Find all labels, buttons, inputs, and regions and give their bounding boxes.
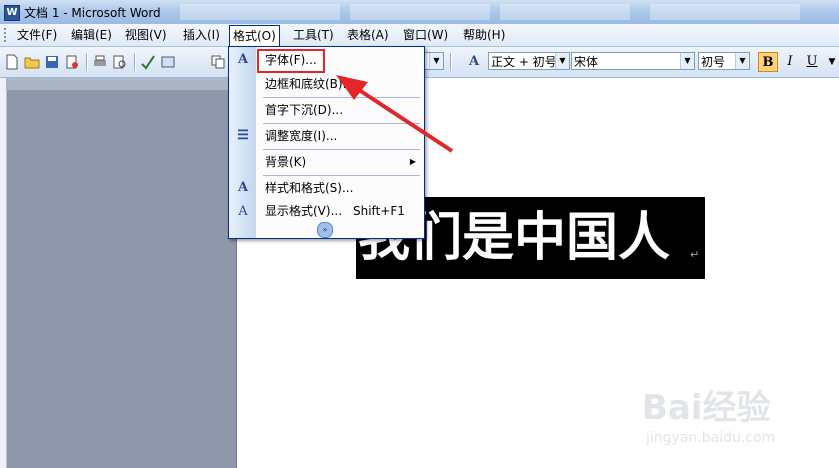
menu-window[interactable]: 窗口(W) [400, 26, 451, 44]
save-icon[interactable] [44, 54, 60, 70]
toolbar-separator [450, 53, 452, 71]
annotation-highlight-box [257, 49, 325, 73]
menu-item-reveal-formatting[interactable]: 显示格式(V)... Shift+F1 [257, 200, 424, 222]
toolbar-overflow-icon[interactable]: ▼ [822, 52, 839, 72]
format-menu-dropdown: A 字体(F)... 边框和底纹(B)... 首字下沉(D)... ☰ 调整宽度… [228, 46, 425, 239]
toolbar-separator [86, 53, 88, 71]
title-bar: W 文档 1 - Microsoft Word [0, 0, 839, 24]
research-icon[interactable] [160, 54, 176, 70]
menu-separator [263, 97, 420, 98]
submenu-arrow-icon: ▶ [409, 157, 416, 166]
menu-insert[interactable]: 插入(I) [180, 26, 223, 44]
menu-item-borders-shading[interactable]: 边框和底纹(B)... [257, 73, 424, 95]
menu-tools[interactable]: 工具(T) [290, 26, 337, 44]
menu-item-adjust-width[interactable]: 调整宽度(I)... [257, 125, 424, 147]
menu-separator [263, 175, 420, 176]
word-app-icon[interactable]: W [4, 5, 20, 21]
menu-item-styles-formatting[interactable]: 样式和格式(S)... [257, 177, 424, 199]
underline-button[interactable]: U [802, 52, 822, 72]
menu-help[interactable]: 帮助(H) [460, 26, 508, 44]
spelling-icon[interactable] [140, 54, 156, 70]
background-tab [650, 4, 800, 20]
menu-item-background-label: 背景(K) [265, 155, 307, 169]
style-dropdown-arrow[interactable]: ▼ [555, 53, 569, 69]
print-icon[interactable] [92, 54, 108, 70]
open-folder-icon[interactable] [24, 54, 40, 70]
menu-file[interactable]: 文件(F) [14, 26, 60, 44]
menu-edit[interactable]: 编辑(E) [68, 26, 115, 44]
font-size-value: 初号 [701, 55, 726, 69]
background-tab [180, 4, 340, 20]
zoom-dropdown-arrow[interactable]: ▼ [429, 53, 443, 69]
copy-icon[interactable] [210, 54, 226, 70]
background-tab [350, 4, 490, 20]
adjust-width-icon: ☰ [237, 128, 249, 143]
styles-formatting-icon: A [237, 180, 249, 195]
window-title: 文档 1 - Microsoft Word [24, 6, 161, 20]
font-combo-value: 宋体 [574, 55, 599, 69]
toolbar-separator [134, 53, 136, 71]
reveal-formatting-shortcut: Shift+F1 [353, 204, 405, 218]
menu-view[interactable]: 视图(V) [122, 26, 170, 44]
size-dropdown-arrow[interactable]: ▼ [735, 53, 749, 69]
paragraph-mark: ↵ [690, 248, 700, 261]
menubar-grip[interactable] [4, 28, 9, 42]
vertical-ruler [0, 78, 7, 468]
menu-item-drop-cap[interactable]: 首字下沉(D)... [257, 99, 424, 121]
menu-bar: 文件(F) 编辑(E) 视图(V) 插入(I) 格式(O) 工具(T) 表格(A… [0, 24, 839, 47]
bold-button[interactable]: B [758, 52, 778, 72]
style-combo[interactable]: 正文 + 初号 ▼ [488, 52, 570, 70]
permission-icon[interactable] [64, 54, 80, 70]
print-preview-icon[interactable] [112, 54, 128, 70]
watermark-logo: Bai经验 [642, 388, 771, 428]
menu-format[interactable]: 格式(O) [229, 25, 280, 47]
font-size-combo[interactable]: 初号 ▼ [698, 52, 750, 70]
styles-and-formatting-icon[interactable]: A [464, 52, 484, 72]
horizontal-ruler [6, 78, 236, 90]
baidu-watermark: Bai经验 jingyan.baidu.com [642, 380, 832, 460]
watermark-url: jingyan.baidu.com [646, 430, 776, 446]
font-dropdown-arrow[interactable]: ▼ [680, 53, 694, 69]
font-combo[interactable]: 宋体 ▼ [571, 52, 695, 70]
expand-menu-icon[interactable]: » [317, 222, 333, 238]
new-document-icon[interactable] [4, 54, 20, 70]
reveal-formatting-icon: A [238, 204, 248, 219]
background-tab [500, 4, 630, 20]
menu-separator [263, 149, 420, 150]
menu-item-background[interactable]: 背景(K) ▶ [257, 151, 424, 173]
italic-button[interactable]: I [780, 52, 800, 72]
menu-item-reveal-formatting-label: 显示格式(V)... [265, 204, 343, 218]
menu-separator [263, 123, 420, 124]
zoom-combo[interactable]: ▼ [424, 52, 444, 70]
font-icon: A [237, 52, 249, 67]
left-margin-area [0, 78, 236, 468]
style-combo-value: 正文 + 初号 [491, 55, 557, 69]
menu-table[interactable]: 表格(A) [344, 26, 392, 44]
